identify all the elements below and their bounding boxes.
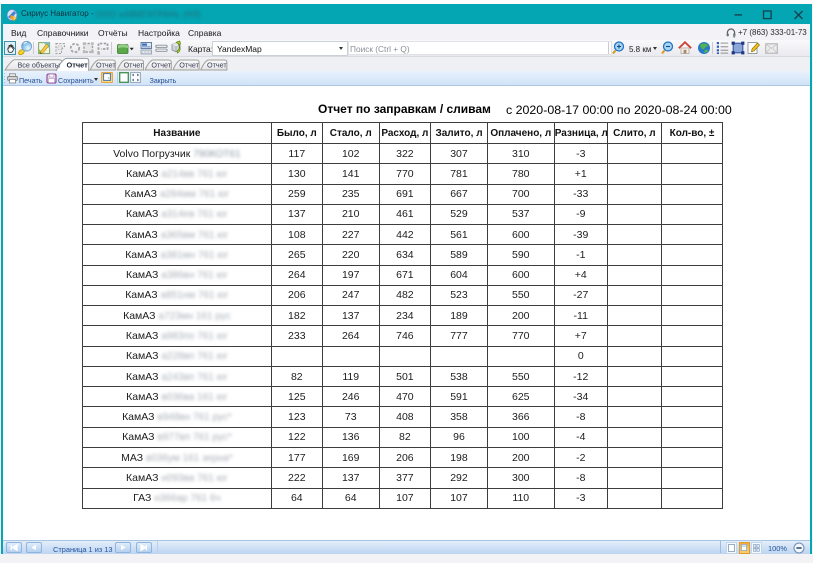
svg-text:Все объекты: Все объекты bbox=[18, 60, 60, 69]
svg-text:Отчет: Отчет bbox=[96, 61, 116, 70]
svg-text:Отчет: Отчет bbox=[207, 61, 227, 70]
svg-text:Отчет: Отчет bbox=[151, 61, 171, 70]
svg-text:Отчет: Отчет bbox=[67, 61, 89, 70]
svg-text:Отчет: Отчет bbox=[179, 61, 199, 70]
svg-text:Отчет: Отчет bbox=[124, 61, 144, 70]
